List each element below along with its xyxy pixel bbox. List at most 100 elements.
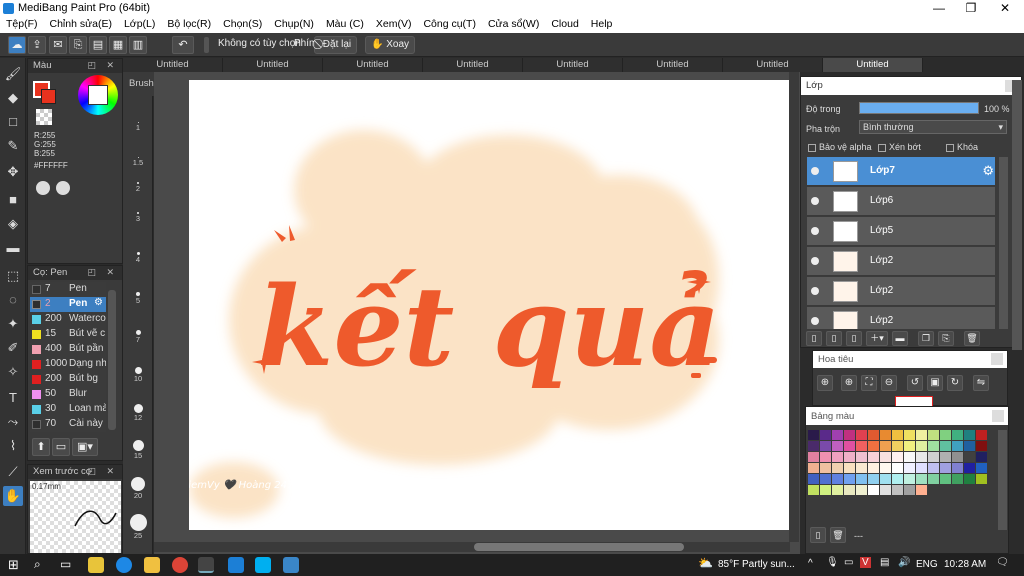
palette-swatch[interactable] (964, 430, 975, 440)
flip-icon[interactable]: ⇋ (973, 375, 989, 391)
tab-untitled[interactable]: Untitled (223, 58, 323, 72)
palette-swatch[interactable] (832, 452, 843, 462)
select-eraser-icon[interactable]: ✧ (3, 362, 23, 382)
layer-row[interactable]: Lớp7 ⚙ (807, 157, 995, 186)
notifications-icon[interactable]: 🗨 (996, 557, 1009, 568)
navigator-close-icon[interactable] (991, 353, 1003, 365)
palette-swatch[interactable] (820, 463, 831, 473)
palette-swatch[interactable] (832, 441, 843, 451)
palette-swatch[interactable] (964, 474, 975, 484)
magic-wand-icon[interactable]: ✦ (3, 314, 23, 334)
palette-swatch[interactable] (856, 441, 867, 451)
layer-row[interactable]: Lớp2 (807, 247, 995, 276)
zoom-out-icon[interactable]: ⊖ (881, 375, 897, 391)
document-icon[interactable]: ▤ (89, 36, 107, 54)
rect-tool-icon[interactable]: □ (3, 112, 23, 132)
maximize-button[interactable]: ❐ (956, 0, 986, 17)
rotate-right-icon[interactable]: ↻ (947, 375, 963, 391)
tab-untitled-active[interactable]: Untitled (823, 58, 923, 72)
new-layer-alt-icon[interactable]: ▯ (826, 331, 842, 346)
brush-size-option[interactable]: 1.5 (123, 157, 153, 167)
menu-file[interactable]: Tệp(F) (0, 17, 44, 33)
panel-controls-icon[interactable]: ◰ ✕ (87, 466, 118, 477)
layer-row[interactable]: Lớp2 (807, 307, 995, 329)
fit-screen-icon[interactable]: ⛶ (861, 375, 877, 391)
brush-item[interactable]: 50 Blur (30, 387, 106, 402)
palette-swatch[interactable] (916, 474, 927, 484)
eye-icon[interactable] (811, 167, 819, 175)
palette-swatch[interactable] (892, 485, 903, 495)
blend-mode-select[interactable]: Bình thường ▾ (859, 120, 1007, 134)
windows-start-icon[interactable]: ⊞ (8, 557, 19, 573)
palette-swatch[interactable] (952, 463, 963, 473)
undo-icon[interactable]: ↶ (172, 36, 194, 54)
network-icon[interactable]: ▤ (880, 557, 889, 568)
palette-swatch[interactable] (868, 430, 879, 440)
brush-list-scrollbar[interactable] (108, 290, 116, 430)
select-rect-icon[interactable]: ⬚ (3, 266, 23, 286)
palette-swatch[interactable] (808, 463, 819, 473)
close-button[interactable]: ✕ (990, 0, 1020, 17)
brush-size-option[interactable]: 12 (123, 404, 153, 422)
menu-edit[interactable]: Chỉnh sửa(E) (44, 17, 118, 33)
palette-swatch[interactable] (820, 485, 831, 495)
palette-swatch[interactable] (844, 463, 855, 473)
palette-swatch[interactable] (808, 441, 819, 451)
palette-swatch[interactable] (940, 463, 951, 473)
brush-item[interactable]: 400 Bút pần (30, 342, 106, 357)
palette-swatch[interactable] (856, 474, 867, 484)
share-icon[interactable]: ⎘ (69, 36, 87, 54)
menu-select[interactable]: Chọn(S) (217, 17, 268, 33)
volume-icon[interactable]: 🔊 (898, 557, 910, 568)
brush-size-option[interactable]: 25 (123, 514, 153, 540)
menu-layer[interactable]: Lớp(L) (118, 17, 161, 33)
palette-swatch[interactable] (820, 452, 831, 462)
folder-icon[interactable]: ▬ (892, 331, 908, 346)
brush-size-option[interactable]: 1 (123, 122, 153, 132)
palette-swatch[interactable] (892, 463, 903, 473)
palette-swatch[interactable] (916, 452, 927, 462)
palette-swatch[interactable] (832, 463, 843, 473)
cloud-icon[interactable]: ☁ (8, 36, 26, 54)
task-view-icon[interactable]: ▭ (60, 557, 71, 571)
trash-icon[interactable]: 🗑 (964, 331, 980, 346)
palette-swatch[interactable] (832, 474, 843, 484)
messenger-icon[interactable] (228, 557, 244, 573)
palette-swatch[interactable] (880, 463, 891, 473)
palette-swatch[interactable] (808, 474, 819, 484)
palette-swatch[interactable] (856, 430, 867, 440)
palette-trash-icon[interactable]: 🗑 (830, 527, 846, 543)
zoom-in-icon[interactable]: ⊕ (817, 375, 833, 391)
palette-swatch[interactable] (892, 452, 903, 462)
eraser-tool-icon[interactable]: ◆ (3, 88, 23, 108)
comment-icon[interactable]: ✉ (49, 36, 67, 54)
palette-swatch[interactable] (880, 452, 891, 462)
palette-swatch[interactable] (904, 474, 915, 484)
palette-swatch[interactable] (904, 452, 915, 462)
palette-swatch[interactable] (964, 463, 975, 473)
fill-rect-icon[interactable]: ■ (3, 190, 23, 210)
secondary-color-swatch[interactable] (41, 89, 56, 104)
palette-swatch[interactable] (916, 430, 927, 440)
brush-menu-icon[interactable]: ▣▾ (72, 438, 98, 456)
brush-item[interactable]: 1000 Dạng nh (30, 357, 106, 372)
gradient-tool-icon[interactable]: ▬ (3, 238, 23, 258)
palette-icon[interactable] (36, 181, 50, 195)
zoom-in-alt-icon[interactable]: ⊕ (841, 375, 857, 391)
gear-icon[interactable]: ⚙ (94, 297, 103, 308)
photos-icon[interactable] (283, 557, 299, 573)
brush-item[interactable]: 70Cài này c (30, 417, 106, 432)
opacity-slider[interactable] (859, 102, 979, 114)
palette-swatch[interactable] (976, 463, 987, 473)
upload-icon[interactable]: ⇪ (28, 36, 46, 54)
palette-swatch[interactable] (904, 430, 915, 440)
brush-item[interactable]: 200 Waterco (30, 312, 106, 327)
reset-button[interactable]: ⃠ Đặt lại (314, 36, 358, 54)
palette-swatch[interactable] (820, 430, 831, 440)
palette-swatch[interactable] (892, 430, 903, 440)
palette-swatch[interactable] (916, 463, 927, 473)
drawing-canvas[interactable]: kết quả DiemVy 🖤 Hoàng 247 (189, 80, 789, 530)
store-icon[interactable] (88, 557, 104, 573)
transparent-color-swatch[interactable] (36, 109, 52, 125)
layer-list-scrollbar[interactable] (999, 157, 1008, 329)
